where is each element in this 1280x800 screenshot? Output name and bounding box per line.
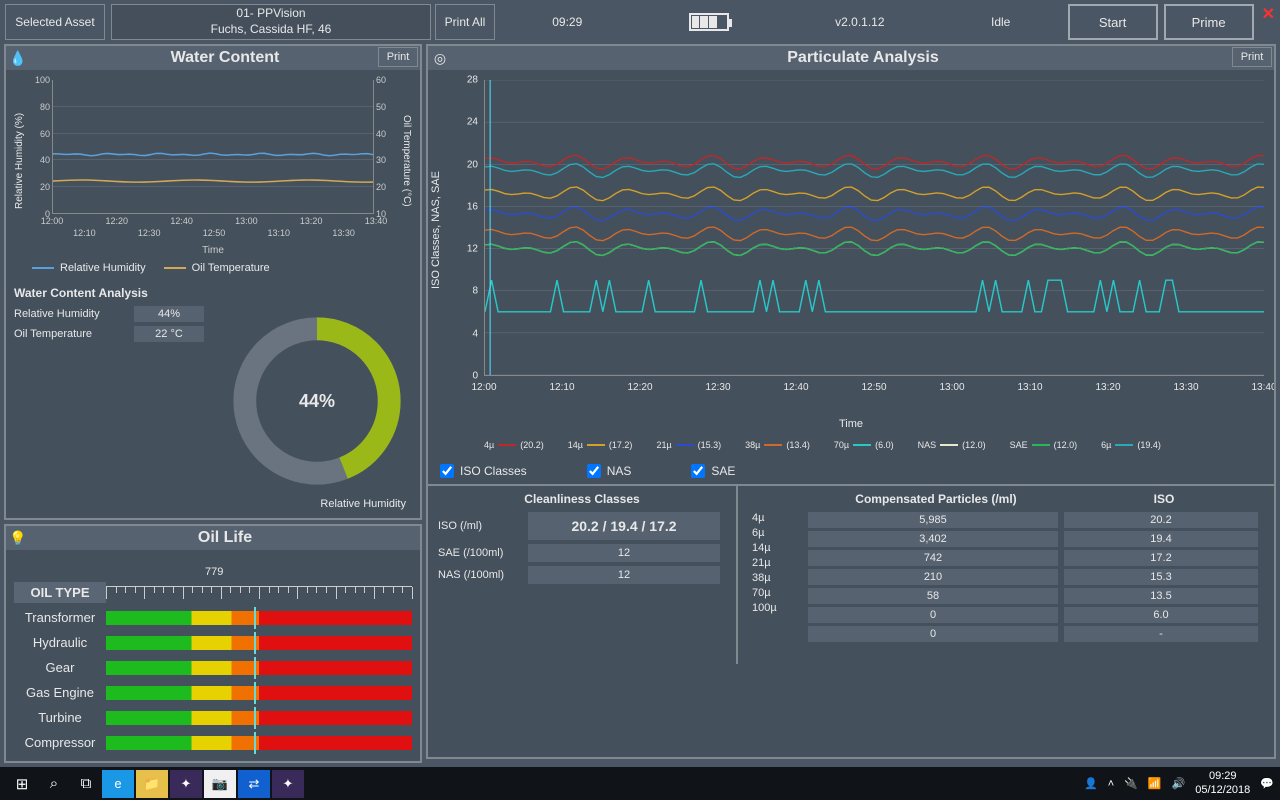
print-water-button[interactable]: Print: [378, 47, 418, 67]
oil-life-panel: 💡 Oil Life 779 OIL TYPE Transformer Hydra…: [4, 524, 422, 763]
cleanliness-title: Cleanliness Classes: [438, 492, 726, 506]
teamviewer-icon[interactable]: ⇄: [238, 770, 270, 798]
pa-xlabel: Time: [428, 418, 1274, 430]
oil-row: Transformer: [14, 607, 412, 628]
search-icon[interactable]: ⌕: [38, 770, 70, 798]
oil-scale-ticks: [106, 586, 412, 600]
explorer-icon[interactable]: 📁: [136, 770, 168, 798]
particulate-title: Particulate Analysis: [452, 49, 1274, 67]
wca-title: Water Content Analysis: [14, 286, 412, 300]
legend-item: 4µ(20.2): [484, 440, 544, 450]
particulate-panel: ◎ Particulate Analysis Print ISO Classes…: [426, 44, 1276, 759]
power-icon[interactable]: 🔌: [1124, 777, 1138, 790]
particulate-chart: ISO Classes, NAS, SAE 0481216202428 12:0…: [428, 70, 1274, 430]
legend-ot: Oil Temperature: [164, 262, 270, 274]
edge-icon[interactable]: e: [102, 770, 134, 798]
legend-rh: Relative Humidity: [32, 262, 146, 274]
legend-item: 14µ(17.2): [568, 440, 633, 450]
water-content-title: Water Content: [30, 49, 420, 67]
legend-item: 70µ(6.0): [834, 440, 894, 450]
bulb-icon: 💡: [6, 530, 30, 547]
wifi-icon[interactable]: 📶: [1148, 777, 1162, 790]
clean-row: SAE (/100ml)12: [438, 544, 726, 562]
oil-row: Gas Engine: [14, 682, 412, 703]
clean-row: NAS (/100ml)12: [438, 566, 726, 584]
status-text: Idle: [991, 15, 1010, 29]
prime-button[interactable]: Prime: [1164, 4, 1254, 40]
taskbar-clock[interactable]: 09:2905/12/2018: [1195, 770, 1250, 796]
legend-item: NAS(12.0): [918, 440, 986, 450]
app-icon-2[interactable]: ✦: [272, 770, 304, 798]
legend-item: 21µ(15.3): [656, 440, 721, 450]
print-all-button[interactable]: Print All: [435, 4, 495, 40]
oil-life-title: Oil Life: [30, 529, 420, 547]
wca-row-ot: Oil Temperature 22 °C: [14, 326, 222, 342]
clean-row: ISO (/ml)20.2 / 19.4 / 17.2: [438, 512, 726, 540]
asset-line2: Fuchs, Cassida HF, 46: [211, 22, 332, 38]
wc-xlabel: Time: [14, 245, 412, 256]
pa-ylabel: ISO Classes, NAS, SAE: [430, 110, 442, 350]
wca-row-rh: Relative Humidity 44%: [14, 306, 222, 322]
asset-line1: 01- PPVision: [236, 6, 305, 22]
comp-title: Compensated Particles (/ml): [808, 492, 1064, 506]
wc-ylabel-right: Oil Temperature (°C): [401, 96, 412, 226]
battery-icon: [689, 13, 729, 31]
droplet-icon: 💧: [6, 50, 30, 67]
water-content-panel: 💧 Water Content Print Relative Humidity …: [4, 44, 422, 520]
start-menu-icon[interactable]: ⊞: [6, 770, 38, 798]
humidity-donut: 44%: [222, 306, 412, 496]
app-icon-1[interactable]: ✦: [170, 770, 202, 798]
oil-row: Hydraulic: [14, 632, 412, 653]
particulate-legend: 4µ(20.2) 14µ(17.2) 21µ(15.3) 38µ(13.4) 70µ(6…: [428, 436, 1274, 458]
check-nas[interactable]: NAS: [587, 464, 632, 478]
target-icon: ◎: [428, 50, 452, 67]
check-sae[interactable]: SAE: [691, 464, 735, 478]
check-iso[interactable]: ISO Classes: [440, 464, 527, 478]
donut-label: Relative Humidity: [14, 498, 412, 510]
clock-time: 09:29: [552, 15, 582, 29]
selected-asset-value[interactable]: 01- PPVision Fuchs, Cassida HF, 46: [111, 4, 431, 40]
oil-type-header: OIL TYPE: [14, 582, 106, 603]
selected-asset-label: Selected Asset: [5, 4, 105, 40]
close-icon[interactable]: ✕: [1262, 4, 1275, 40]
top-bar: Selected Asset 01- PPVision Fuchs, Cassi…: [0, 0, 1280, 44]
notifications-icon[interactable]: 💬: [1260, 777, 1274, 790]
water-content-chart: Relative Humidity (%) Oil Temperature (°…: [14, 76, 412, 256]
wc-ylabel-left: Relative Humidity (%): [14, 106, 25, 216]
wc-legend: Relative Humidity Oil Temperature: [32, 262, 408, 274]
windows-taskbar: ⊞ ⌕ ⧉ e 📁 ✦ 📷 ⇄ ✦ 👤 ˄ 🔌 📶 🔊 09:2905/12/2…: [0, 767, 1280, 800]
version-text: v2.0.1.12: [835, 15, 884, 29]
oil-row: Turbine: [14, 707, 412, 728]
donut-value: 44%: [222, 306, 412, 496]
print-particulate-button[interactable]: Print: [1232, 47, 1272, 67]
start-button[interactable]: Start: [1068, 4, 1158, 40]
legend-item: 6µ(19.4): [1101, 440, 1161, 450]
legend-item: 38µ(13.4): [745, 440, 810, 450]
volume-icon[interactable]: 🔊: [1172, 777, 1186, 790]
iso-title: ISO: [1064, 492, 1264, 506]
people-icon[interactable]: 👤: [1084, 777, 1098, 790]
taskview-icon[interactable]: ⧉: [70, 770, 102, 798]
oil-row: Gear: [14, 657, 412, 678]
oil-row: Compressor: [14, 732, 412, 753]
oil-pointer-value: 779: [205, 566, 223, 578]
legend-item: SAE(12.0): [1010, 440, 1078, 450]
camera-icon[interactable]: 📷: [204, 770, 236, 798]
tray-chevron-icon[interactable]: ˄: [1108, 778, 1114, 790]
